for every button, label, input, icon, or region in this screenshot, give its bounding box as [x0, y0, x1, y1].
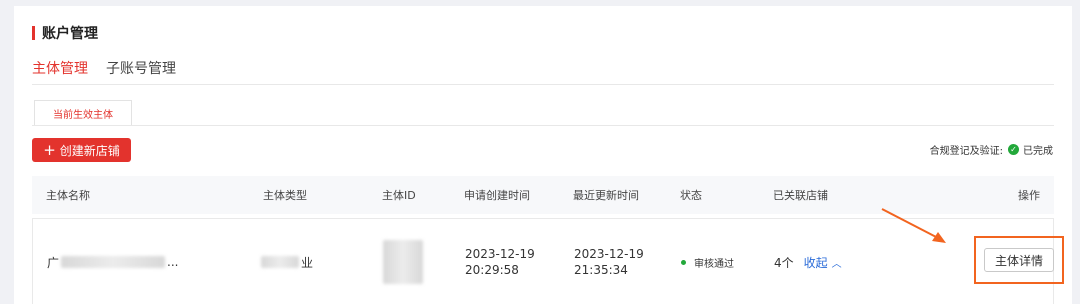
linked-store-count: 4个 [774, 255, 794, 270]
cell-updated-time: 2023-12-19 21:35:34 [574, 219, 644, 304]
entity-name-prefix: 广 [47, 255, 60, 270]
check-circle-icon: ✓ [1008, 144, 1019, 155]
header-entity-name: 主体名称 [46, 189, 90, 202]
header-entity-id: 主体ID [382, 189, 416, 202]
redacted-id [383, 240, 423, 284]
header-entity-type: 主体类型 [263, 189, 307, 202]
compliance-value: 已完成 [1023, 146, 1053, 157]
compliance-label: 合规登记及验证: [929, 146, 1003, 157]
pointer-arrow-icon [881, 208, 946, 243]
cell-entity-name: 广 ... [47, 219, 178, 304]
cell-created-time: 2023-12-19 20:29:58 [465, 219, 535, 304]
cell-linked-stores: 4个 收起 ︿ [774, 219, 842, 304]
subtab-current-entity[interactable]: 当前生效主体 [34, 100, 132, 125]
header-actions: 操作 [1018, 189, 1040, 202]
compliance-status: 合规登记及验证: ✓ 已完成 [930, 142, 1053, 157]
tab-subaccount-management[interactable]: 子账号管理 [106, 58, 176, 84]
entity-type-suffix: 业 [301, 255, 314, 270]
chevron-up-icon: ︿ [831, 258, 842, 270]
account-management-card: 账户管理 主体管理 子账号管理 当前生效主体 + 创建新店铺 合规登记及验证: … [14, 6, 1072, 304]
title-accent-bar [32, 26, 35, 40]
created-time: 20:29:58 [465, 263, 519, 277]
subtab-divider [32, 125, 1054, 126]
header-status: 状态 [680, 189, 702, 202]
section-title: 账户管理 [32, 23, 98, 43]
updated-time: 21:35:34 [574, 263, 628, 277]
section-title-text: 账户管理 [42, 26, 98, 42]
create-store-button[interactable]: + 创建新店铺 [32, 138, 131, 162]
collapse-link[interactable]: 收起 ︿ [804, 254, 842, 271]
cell-status: 审核通过 [681, 219, 734, 304]
create-store-label: 创建新店铺 [59, 143, 120, 158]
header-updated-time: 最近更新时间 [573, 189, 639, 202]
redacted-name [61, 256, 166, 268]
redacted-type [261, 256, 299, 268]
entity-name-suffix: ... [167, 255, 179, 269]
tab-bar: 主体管理 子账号管理 [32, 58, 194, 84]
created-date: 2023-12-19 [465, 247, 535, 261]
entity-details-button[interactable]: 主体详情 [984, 248, 1054, 272]
tab-entity-management[interactable]: 主体管理 [32, 58, 88, 84]
updated-date: 2023-12-19 [574, 247, 644, 261]
header-linked-stores: 已关联店铺 [773, 189, 828, 202]
status-dot-icon [681, 259, 686, 265]
status-text: 审核通过 [694, 258, 734, 270]
detail-highlight-box: 主体详情 [974, 236, 1064, 284]
tabs-divider [32, 84, 1054, 85]
plus-icon: + [43, 140, 56, 159]
collapse-label: 收起 [803, 255, 828, 270]
header-created-time: 申请创建时间 [464, 189, 530, 202]
cell-entity-type: 业 [261, 219, 313, 304]
cell-entity-id [383, 219, 423, 304]
